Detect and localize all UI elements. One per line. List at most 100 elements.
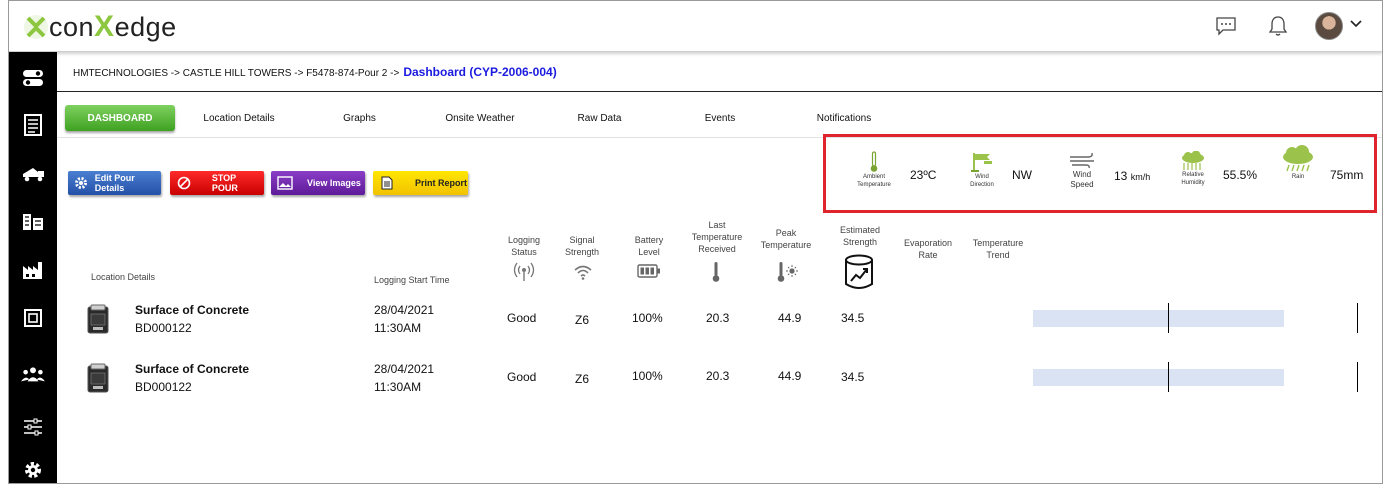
header-last-temperature-line2: Temperature bbox=[691, 232, 743, 242]
header-signal-strength: Signal Strength bbox=[557, 234, 607, 258]
header-last-temperature: Last Temperature Received bbox=[684, 219, 750, 255]
chat-icon[interactable] bbox=[1213, 13, 1239, 39]
battery-icon bbox=[637, 263, 661, 279]
start-time: 11:30AM bbox=[374, 321, 422, 335]
wind-speed-unit: km/h bbox=[1130, 172, 1151, 182]
wind-direction-value: NW bbox=[1012, 168, 1032, 182]
wind-icon bbox=[1070, 152, 1094, 169]
header-estimated-strength-line1: Estimated bbox=[839, 225, 881, 235]
header-evaporation-rate-line2: Rate bbox=[918, 250, 938, 260]
breadcrumb-current: Dashboard (CYP-2006-004) bbox=[403, 65, 557, 79]
edit-pour-details-label: Edit Pour Details bbox=[94, 173, 135, 193]
header-signal-strength-line2: Strength bbox=[564, 247, 600, 257]
breadcrumb: HMTECHNOLOGIES -> CASTLE HILL TOWERS -> … bbox=[73, 65, 557, 79]
header-battery-level-line1: Battery bbox=[634, 235, 664, 245]
print-report-label: Print Report bbox=[415, 178, 468, 188]
wind-direction: Wind Direction bbox=[959, 151, 1005, 189]
concrete-truck-icon[interactable] bbox=[21, 161, 45, 185]
rain: Rain bbox=[1275, 145, 1321, 181]
trend-fill bbox=[1033, 310, 1284, 327]
humidity-caption-1: Relative bbox=[1182, 172, 1204, 178]
tab-raw-data[interactable]: Raw Data bbox=[567, 105, 632, 131]
ambient-temperature-value: 23ºC bbox=[910, 168, 937, 182]
header-evaporation-rate: Evaporation Rate bbox=[899, 237, 957, 261]
conxedge-logo[interactable]: con X edge bbox=[23, 10, 177, 44]
ambient-caption-2: Temperature bbox=[857, 182, 891, 188]
chip-icon[interactable] bbox=[21, 306, 45, 330]
logging-status: Good bbox=[507, 370, 537, 384]
header-estimated-strength: Estimated Strength bbox=[832, 224, 888, 248]
location-name[interactable]: Surface of Concrete bbox=[135, 303, 249, 317]
header-peak-temperature-line2: Temperature bbox=[760, 240, 812, 250]
signal-strength: Z6 bbox=[575, 313, 590, 327]
header-peak-temperature: Peak Temperature bbox=[754, 227, 818, 251]
relative-humidity: Relative Humidity bbox=[1170, 151, 1216, 187]
estimated-strength: 34.5 bbox=[841, 311, 865, 325]
rain-value: 75mm bbox=[1330, 168, 1364, 182]
ambient-temperature: Ambient Temperature bbox=[851, 151, 897, 189]
header-temperature-trend-line1: Temperature bbox=[972, 238, 1024, 248]
header-battery-level: Battery Level bbox=[624, 234, 674, 258]
header-peak-temperature-line1: Peak bbox=[775, 228, 797, 238]
logo-mark-icon bbox=[24, 15, 48, 39]
toggle-icon[interactable] bbox=[21, 66, 45, 90]
buildings-icon[interactable] bbox=[21, 209, 45, 233]
stop-pour-button[interactable]: STOP POUR bbox=[170, 171, 264, 195]
humidity-value: 55.5% bbox=[1223, 168, 1258, 182]
location-name[interactable]: Surface of Concrete bbox=[135, 362, 249, 376]
factory-icon[interactable] bbox=[21, 258, 45, 282]
header-last-temperature-line1: Last bbox=[708, 220, 726, 230]
header-estimated-strength-line2: Strength bbox=[842, 237, 878, 247]
tab-events[interactable]: Events bbox=[695, 105, 745, 131]
wind-direction-icon bbox=[971, 153, 992, 172]
humidity-caption-2: Humidity bbox=[1181, 180, 1205, 186]
header-temperature-trend-line2: Trend bbox=[986, 250, 1010, 260]
location-code: BD000122 bbox=[135, 321, 192, 335]
estimated-strength: 34.5 bbox=[841, 370, 865, 384]
user-avatar[interactable] bbox=[1315, 12, 1343, 40]
header-divider bbox=[57, 91, 1382, 92]
logging-status: Good bbox=[507, 311, 537, 325]
header-temperature-trend: Temperature Trend bbox=[966, 237, 1030, 261]
gear-icon bbox=[74, 175, 89, 191]
wind-speed: Wind Speed bbox=[1059, 151, 1105, 189]
tab-dashboard[interactable]: DASHBOARD bbox=[65, 105, 175, 131]
logger-device-icon bbox=[87, 304, 109, 334]
edit-pour-details-button[interactable]: Edit Pour Details bbox=[68, 171, 161, 195]
breadcrumb-path[interactable]: HMTECHNOLOGIES -> CASTLE HILL TOWERS -> … bbox=[73, 68, 399, 79]
sliders-icon[interactable] bbox=[21, 415, 45, 439]
tab-graphs[interactable]: Graphs bbox=[332, 105, 387, 131]
wind-speed-caption-1: Wind bbox=[1072, 170, 1092, 179]
weather-panel: Ambient Temperature 23ºC Wind Direction … bbox=[823, 134, 1377, 213]
location-code: BD000122 bbox=[135, 380, 192, 394]
peak-temperature: 44.9 bbox=[778, 311, 802, 325]
battery-level: 100% bbox=[632, 369, 663, 383]
header-battery-level-line2: Level bbox=[638, 247, 660, 257]
print-report-button[interactable]: Print Report bbox=[373, 171, 468, 195]
view-images-label: View Images bbox=[307, 178, 361, 188]
bell-icon[interactable] bbox=[1265, 13, 1291, 39]
start-date: 28/04/2021 bbox=[374, 303, 435, 317]
logger-device-icon bbox=[87, 363, 109, 393]
broadcast-icon bbox=[513, 261, 535, 283]
thermometer-icon bbox=[709, 260, 723, 284]
wind-direction-caption-2: Direction bbox=[970, 182, 994, 188]
trend-end-marker bbox=[1357, 362, 1358, 392]
view-images-button[interactable]: View Images bbox=[271, 171, 365, 195]
logo-text-edge: edge bbox=[114, 11, 177, 42]
users-icon[interactable] bbox=[21, 362, 45, 386]
chevron-down-icon[interactable] bbox=[1349, 16, 1363, 35]
signal-strength: Z6 bbox=[575, 372, 590, 386]
gear-icon[interactable] bbox=[21, 458, 45, 482]
thermometer-icon bbox=[870, 151, 878, 172]
list-icon[interactable] bbox=[21, 113, 45, 137]
tab-location-details[interactable]: Location Details bbox=[194, 105, 284, 131]
tab-onsite-weather[interactable]: Onsite Weather bbox=[435, 105, 525, 131]
temperature-trend-bar bbox=[1031, 303, 1359, 333]
header-signal-strength-line1: Signal bbox=[569, 235, 595, 245]
tab-notifications[interactable]: Notifications bbox=[804, 105, 884, 131]
humidity-icon bbox=[1182, 151, 1204, 170]
image-icon bbox=[277, 175, 293, 191]
header-logging-status-line1: Logging bbox=[507, 235, 541, 245]
wind-speed-caption-2: Speed bbox=[1070, 180, 1094, 189]
